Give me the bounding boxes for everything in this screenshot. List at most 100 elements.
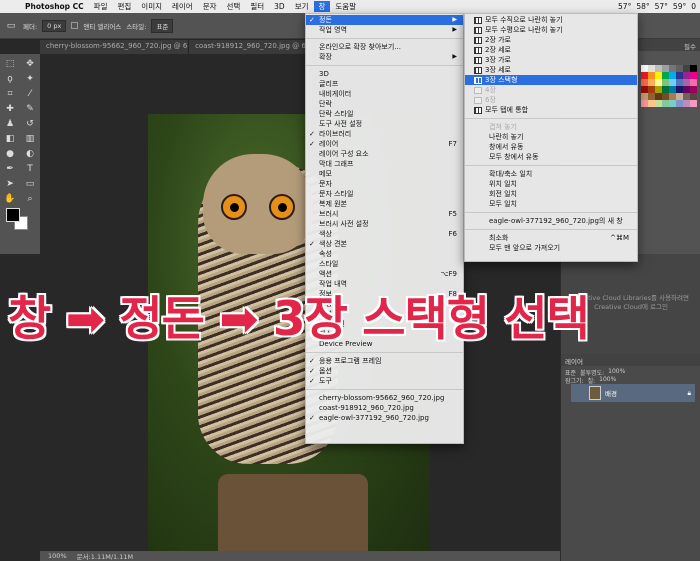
menu-select[interactable]: 선택	[222, 1, 246, 12]
menu-item-label: 최소화	[489, 234, 509, 242]
window-menu-item-레이어-구성-요소[interactable]: 레이어 구성 요소	[306, 149, 463, 159]
arrange-item-위치-일치[interactable]: 위치 일치	[465, 179, 637, 189]
style-select[interactable]: 표준	[151, 18, 174, 33]
hand-tool-icon[interactable]: ✋	[3, 193, 17, 205]
window-menu-item-문자[interactable]: 문자	[306, 179, 463, 189]
stamp-tool-icon[interactable]: ♟	[3, 118, 17, 130]
tab-cherry-blossom[interactable]: cherry-blossom-95662_960_720.jpg @ 6...	[40, 40, 190, 54]
arrange-item-3장-세로[interactable]: 3장 세로	[465, 65, 637, 75]
window-menu-item-cherry-blossom-95662-960-720-jpg[interactable]: cherry-blossom-95662_960_720.jpg	[306, 393, 463, 403]
status-count: 0	[691, 2, 696, 11]
tab-coast[interactable]: coast-918912_960_720.jpg @ 6...	[189, 40, 310, 54]
blur-tool-icon[interactable]: ●	[3, 148, 17, 160]
window-menu-item-복제-원본[interactable]: 복제 원본	[306, 199, 463, 209]
window-menu-item-글리프[interactable]: 글리프	[306, 79, 463, 89]
window-menu-item-색상-견본[interactable]: ✓ 색상 견본	[306, 239, 463, 249]
layer-background[interactable]: 배경 🔒︎	[571, 384, 695, 402]
window-menu-item-3d[interactable]: 3D	[306, 69, 463, 79]
history-brush-icon[interactable]: ↺	[23, 118, 37, 130]
layers-tab[interactable]: 레이어	[561, 354, 700, 366]
window-menu-item-문자-스타일[interactable]: 문자 스타일	[306, 189, 463, 199]
healing-brush-icon[interactable]: ✚	[3, 103, 17, 115]
window-menu-item-레이어[interactable]: ✓ 레이어 F7	[306, 139, 463, 149]
window-menu-item-정돈[interactable]: ✓ 정돈 ▶	[306, 15, 463, 25]
arrange-item-창에서-유동[interactable]: 창에서 유동	[465, 142, 637, 152]
dodge-tool-icon[interactable]: ◐	[23, 148, 37, 160]
eyedropper-icon[interactable]: ⁄	[23, 88, 37, 100]
menu-help[interactable]: 도움말	[330, 1, 361, 12]
shape-tool-icon[interactable]: ▭	[23, 178, 37, 190]
swatches-grid[interactable]	[641, 65, 697, 107]
menu-layer[interactable]: 레이어	[167, 1, 198, 12]
marquee-preset-icon[interactable]: ▭	[4, 20, 18, 32]
window-menu-item-브러시[interactable]: 브러시 F5	[306, 209, 463, 219]
foreground-color[interactable]	[6, 208, 20, 222]
arrange-item-모두-맨-앞으로-가져오기[interactable]: 모두 맨 앞으로 가져오기	[465, 243, 637, 253]
window-menu-item-온라인으로-확장-찾아보기[interactable]: 온라인으로 확장 찾아보기...	[306, 42, 463, 52]
window-menu-item-eagle-owl-377192-960-720-jpg[interactable]: ✓ eagle-owl-377192_960_720.jpg	[306, 413, 463, 423]
window-menu-item-액션[interactable]: 액션 ⌥F9	[306, 269, 463, 279]
arrange-item-모두-수평으로-나란히-놓기[interactable]: 모두 수평으로 나란히 놓기	[465, 25, 637, 35]
type-tool-icon[interactable]: T	[23, 163, 37, 175]
menu-view[interactable]: 보기	[290, 1, 314, 12]
color-swatches[interactable]	[6, 208, 30, 232]
arrange-item-2장-가로[interactable]: 2장 가로	[465, 35, 637, 45]
menu-type[interactable]: 문자	[198, 1, 222, 12]
arrange-item-모두-탭에-통합[interactable]: 모두 탭에 통합	[465, 105, 637, 115]
arrange-item-회전-일치[interactable]: 회전 일치	[465, 189, 637, 199]
menu-item-label: 모두 수평으로 나란히 놓기	[485, 26, 563, 34]
menu-filter[interactable]: 필터	[245, 1, 269, 12]
window-menu-item-메모[interactable]: 메모	[306, 169, 463, 179]
window-menu-item-브러시-사전-설정[interactable]: 브러시 사전 설정	[306, 219, 463, 229]
arrange-item-2장-세로[interactable]: 2장 세로	[465, 45, 637, 55]
menu-item-label: coast-918912_960_720.jpg	[319, 404, 414, 412]
arrange-item-최소화[interactable]: 최소화 ^⌘M	[465, 233, 637, 243]
window-menu-item-라이브러리[interactable]: ✓ 라이브러리	[306, 129, 463, 139]
window-menu-item-색상[interactable]: 색상 F6	[306, 229, 463, 239]
menu-edit[interactable]: 편집	[112, 1, 136, 12]
window-menu-item-내비게이터[interactable]: 내비게이터	[306, 89, 463, 99]
menu-image[interactable]: 이미지	[136, 1, 167, 12]
path-select-icon[interactable]: ➤	[3, 178, 17, 190]
window-menu-item-막대-그래프[interactable]: 막대 그래프	[306, 159, 463, 169]
arrange-item-eagle-owl-377192-960-720-jpg의-새-창[interactable]: eagle-owl-377192_960_720.jpg의 새 창	[465, 216, 637, 226]
window-menu-item-단락[interactable]: 단락	[306, 99, 463, 109]
window-menu-item-도구-사전-설정[interactable]: 도구 사전 설정	[306, 119, 463, 129]
arrange-item-나란히-놓기[interactable]: 나란히 놓기	[465, 132, 637, 142]
checkmark-icon: ✓	[309, 16, 315, 24]
lasso-tool-icon[interactable]: ϙ	[3, 73, 17, 85]
arrange-item-확대-축소-일치[interactable]: 확대/축소 일치	[465, 169, 637, 179]
menu-window[interactable]: 창	[313, 1, 331, 12]
arrange-item-3장-가로[interactable]: 3장 가로	[465, 55, 637, 65]
gradient-tool-icon[interactable]: ▥	[23, 133, 37, 145]
crop-tool-icon[interactable]: ⌗	[3, 88, 17, 100]
window-menu-item-도구[interactable]: ✓ 도구	[306, 376, 463, 386]
window-menu-item-속성[interactable]: 속성	[306, 249, 463, 259]
layer-name: 배경	[605, 390, 617, 398]
window-menu-item-단락-스타일[interactable]: 단락 스타일	[306, 109, 463, 119]
owl-head	[203, 154, 313, 254]
zoom-tool-icon[interactable]: ⌕	[23, 193, 37, 205]
move-tool-icon[interactable]: ✥	[23, 58, 37, 70]
zoom-level[interactable]: 100%	[48, 552, 67, 560]
pen-tool-icon[interactable]: ✒	[3, 163, 17, 175]
window-menu-item-확장[interactable]: 확장 ▶	[306, 52, 463, 62]
brush-tool-icon[interactable]: ✎	[23, 103, 37, 115]
antialias-checkbox[interactable]	[71, 22, 79, 29]
arrange-item-모두-수직으로-나란히-놓기[interactable]: 모두 수직으로 나란히 놓기	[465, 15, 637, 25]
window-menu-item-응용-프로그램-프레임[interactable]: ✓ 응용 프로그램 프레임	[306, 356, 463, 366]
window-menu-item-작업-영역[interactable]: 작업 영역 ▶	[306, 25, 463, 35]
menu-file[interactable]: 파일	[89, 1, 113, 12]
feather-input[interactable]: 0 px	[42, 19, 67, 32]
eraser-tool-icon[interactable]: ◧	[3, 133, 17, 145]
arrange-item-모두-일치[interactable]: 모두 일치	[465, 199, 637, 209]
window-menu-item-옵션[interactable]: ✓ 옵션	[306, 366, 463, 376]
menu-app[interactable]: Photoshop CC	[20, 2, 89, 11]
menu-3d[interactable]: 3D	[269, 2, 290, 11]
arrange-item-3장-스택형[interactable]: 3장 스택형	[465, 75, 637, 85]
magic-wand-icon[interactable]: ✦	[23, 73, 37, 85]
marquee-tool-icon[interactable]: ⬚	[3, 58, 17, 70]
arrange-item-모두-창에서-유동[interactable]: 모두 창에서 유동	[465, 152, 637, 162]
window-menu-item-coast-918912-960-720-jpg[interactable]: coast-918912_960_720.jpg	[306, 403, 463, 413]
window-menu-item-스타일[interactable]: 스타일	[306, 259, 463, 269]
